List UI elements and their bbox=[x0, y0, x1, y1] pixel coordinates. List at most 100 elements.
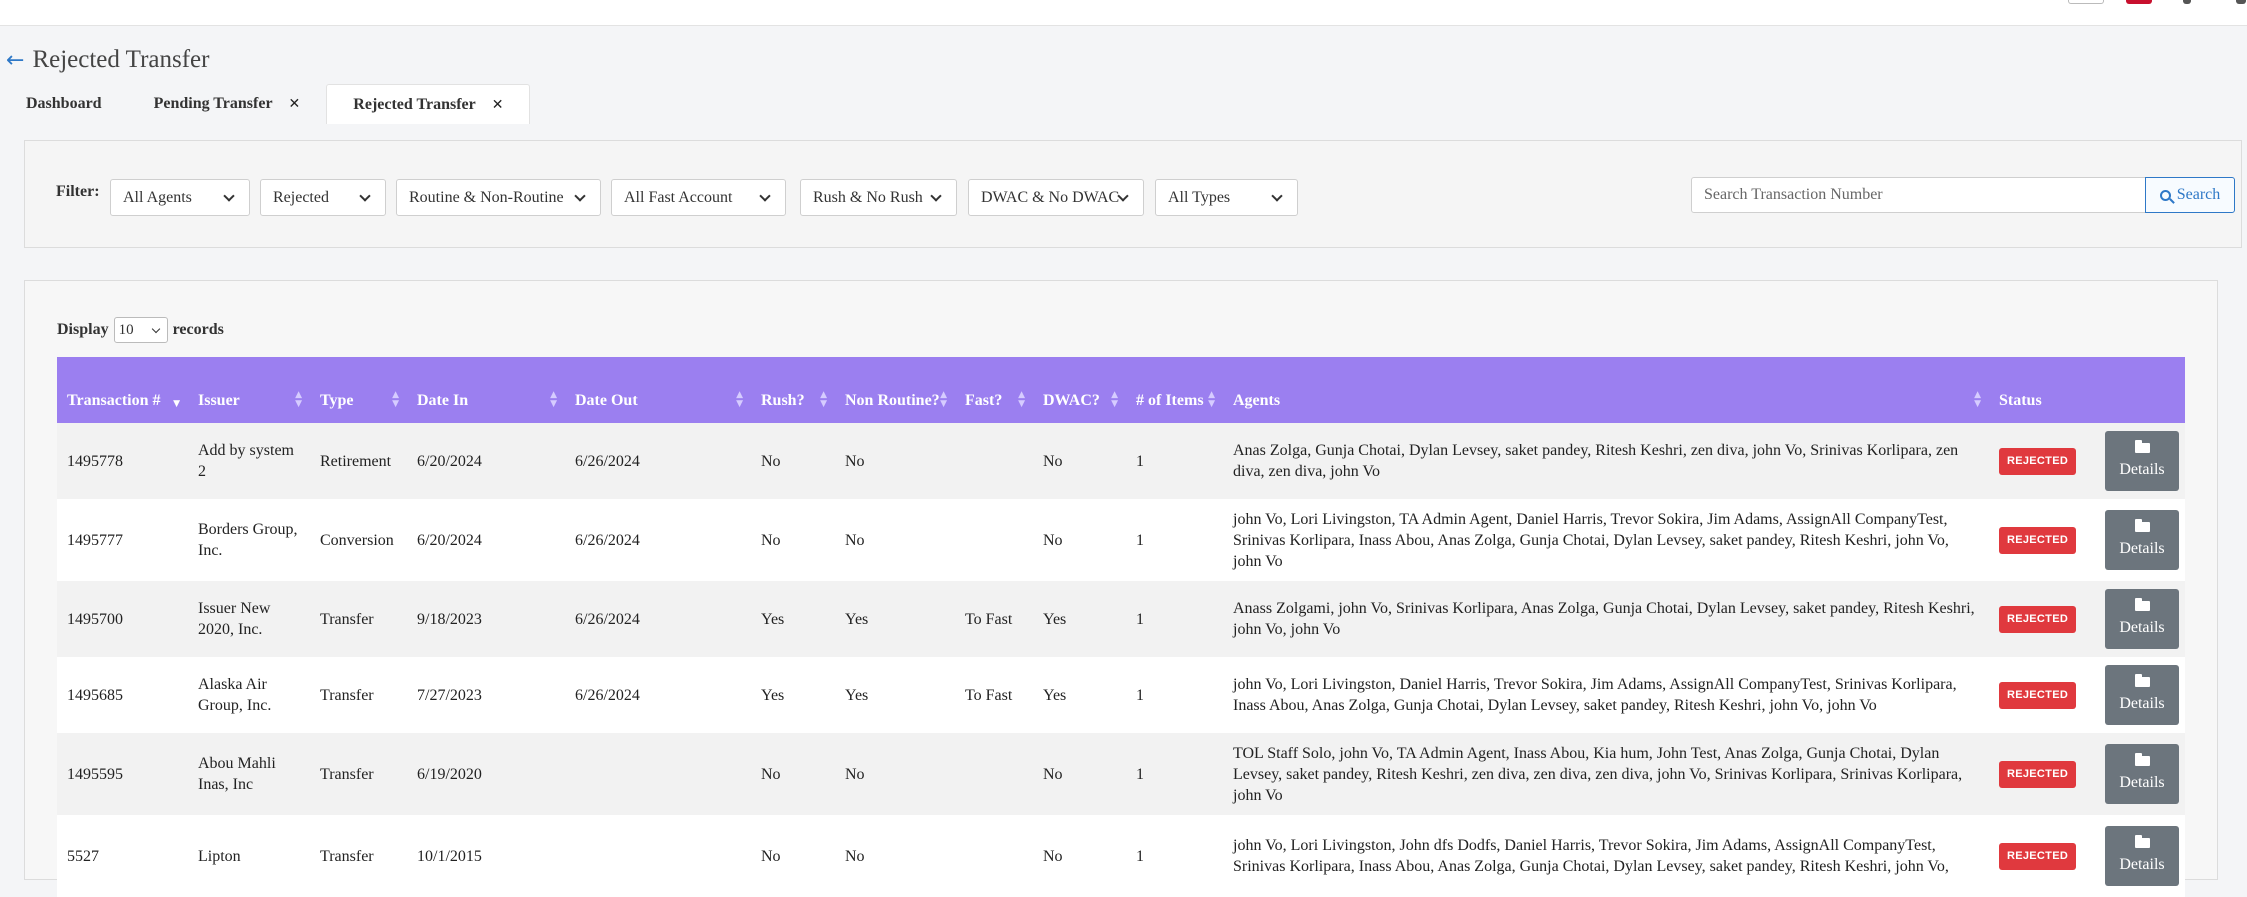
search-input[interactable] bbox=[1691, 177, 2146, 213]
status-dropdown[interactable]: Rejected bbox=[260, 179, 386, 216]
type-cell: Transfer bbox=[310, 581, 407, 657]
folder-icon bbox=[2134, 834, 2150, 848]
actions-cell: Details bbox=[2095, 423, 2185, 499]
dropdown-value: Rejected bbox=[273, 188, 329, 206]
fast-cell bbox=[955, 815, 1033, 897]
fast-account-dropdown[interactable]: All Fast Account bbox=[611, 179, 786, 216]
chevron-down-icon bbox=[1271, 190, 1283, 202]
details-button[interactable]: Details bbox=[2105, 510, 2179, 570]
transfers-table: Transaction # ▼ Issuer ▲ ▼ Type ▲ ▼ Date In ▲ ▼… bbox=[57, 357, 2185, 897]
dwac-cell: No bbox=[1033, 423, 1126, 499]
tab-bar: Dashboard Pending Transfer ✕ Rejected Tr… bbox=[0, 84, 531, 124]
chevron-down-icon bbox=[223, 190, 235, 202]
issuer-cell: Issuer New 2020, Inc. bbox=[188, 581, 310, 657]
details-label: Details bbox=[2119, 694, 2165, 712]
display-label: Display bbox=[57, 321, 109, 338]
column-header-rush[interactable]: Rush? ▲ ▼ bbox=[751, 357, 835, 423]
page-header: ← Rejected Transfer bbox=[6, 46, 209, 74]
items-cell: 1 bbox=[1126, 581, 1223, 657]
column-header-date-in[interactable]: Date In ▲ ▼ bbox=[407, 357, 565, 423]
close-tab-icon[interactable]: ✕ bbox=[492, 97, 504, 113]
status-badge: REJECTED bbox=[1999, 842, 2077, 870]
tab-rejected-transfer[interactable]: Rejected Transfer ✕ bbox=[326, 84, 531, 124]
table-row: 5527 Lipton Transfer 10/1/2015 No No No … bbox=[57, 815, 2185, 897]
agents-cell: john Vo, Lori Livingston, Daniel Harris,… bbox=[1223, 657, 1989, 733]
column-header-date-out[interactable]: Date Out ▲ ▼ bbox=[565, 357, 751, 423]
tab-label: Dashboard bbox=[26, 95, 102, 112]
tab-label: Rejected Transfer bbox=[353, 95, 476, 113]
agents-cell: Anas Zolga, Gunja Chotai, Dylan Levsey, … bbox=[1223, 423, 1989, 499]
column-header-issuer[interactable]: Issuer ▲ ▼ bbox=[188, 357, 310, 423]
details-label: Details bbox=[2119, 618, 2165, 636]
details-button[interactable]: Details bbox=[2105, 744, 2179, 804]
agents-cell: Anass Zolgami, john Vo, Srinivas Korlipa… bbox=[1223, 581, 1989, 657]
sort-icon: ▲ ▼ bbox=[295, 390, 302, 409]
details-label: Details bbox=[2119, 855, 2165, 873]
status-cell: REJECTED bbox=[1989, 657, 2095, 733]
fast-cell bbox=[955, 499, 1033, 581]
page-size-select[interactable]: 10 bbox=[113, 317, 168, 343]
rush-cell: No bbox=[751, 499, 835, 581]
logout-icon[interactable] bbox=[2236, 0, 2246, 4]
agents-dropdown[interactable]: All Agents bbox=[110, 179, 250, 216]
dropdown-value: All Types bbox=[1168, 188, 1231, 206]
details-button[interactable]: Details bbox=[2105, 431, 2179, 491]
column-header-non-routine[interactable]: Non Routine? ▲ ▼ bbox=[835, 357, 955, 423]
back-arrow-icon[interactable]: ← bbox=[6, 48, 24, 73]
chevron-down-icon bbox=[574, 190, 586, 202]
tab-dashboard[interactable]: Dashboard bbox=[0, 84, 128, 124]
details-button[interactable]: Details bbox=[2105, 826, 2179, 886]
column-header-items[interactable]: # of Items ▲ ▼ bbox=[1126, 357, 1223, 423]
user-menu-icon[interactable] bbox=[2068, 0, 2104, 4]
types-dropdown[interactable]: All Types bbox=[1155, 179, 1298, 216]
sort-icon: ▲ ▼ bbox=[1111, 390, 1118, 409]
search-icon bbox=[2159, 189, 2171, 201]
items-cell: 1 bbox=[1126, 499, 1223, 581]
us-flag-icon[interactable] bbox=[2126, 0, 2152, 4]
details-button[interactable]: Details bbox=[2105, 665, 2179, 725]
table-header-row: Transaction # ▼ Issuer ▲ ▼ Type ▲ ▼ Date In ▲ ▼… bbox=[57, 357, 2185, 423]
search-button[interactable]: Search bbox=[2145, 177, 2235, 213]
items-cell: 1 bbox=[1126, 815, 1223, 897]
column-header-dwac[interactable]: DWAC? ▲ ▼ bbox=[1033, 357, 1126, 423]
rush-cell: Yes bbox=[751, 581, 835, 657]
chevron-down-icon bbox=[151, 324, 160, 334]
transaction-cell: 1495700 bbox=[57, 581, 188, 657]
phone-icon[interactable] bbox=[2183, 0, 2191, 4]
details-label: Details bbox=[2119, 460, 2165, 478]
items-cell: 1 bbox=[1126, 733, 1223, 815]
type-cell: Retirement bbox=[310, 423, 407, 499]
dwac-dropdown[interactable]: DWAC & No DWAC bbox=[968, 179, 1144, 216]
folder-icon bbox=[2134, 518, 2150, 532]
rush-cell: Yes bbox=[751, 657, 835, 733]
rush-cell: No bbox=[751, 423, 835, 499]
column-header-agents[interactable]: Agents ▲ ▼ bbox=[1223, 357, 1989, 423]
table-row: 1495700 Issuer New 2020, Inc. Transfer 9… bbox=[57, 581, 2185, 657]
column-header-fast[interactable]: Fast? ▲ ▼ bbox=[955, 357, 1033, 423]
folder-icon bbox=[2134, 673, 2150, 687]
rush-dropdown[interactable]: Rush & No Rush bbox=[800, 179, 957, 216]
date-out-cell bbox=[565, 815, 751, 897]
column-header-transaction[interactable]: Transaction # ▼ bbox=[57, 357, 188, 423]
type-cell: Transfer bbox=[310, 733, 407, 815]
folder-icon bbox=[2134, 439, 2150, 453]
dwac-cell: No bbox=[1033, 499, 1126, 581]
dropdown-value: Rush & No Rush bbox=[813, 188, 923, 206]
status-badge: REJECTED bbox=[1999, 605, 2077, 633]
sort-icon: ▲ ▼ bbox=[1974, 390, 1981, 409]
rush-cell: No bbox=[751, 733, 835, 815]
close-tab-icon[interactable]: ✕ bbox=[289, 96, 301, 112]
fast-cell bbox=[955, 733, 1033, 815]
details-button[interactable]: Details bbox=[2105, 589, 2179, 649]
date-out-cell: 6/26/2024 bbox=[565, 423, 751, 499]
tab-pending-transfer[interactable]: Pending Transfer ✕ bbox=[128, 84, 327, 124]
routine-dropdown[interactable]: Routine & Non-Routine bbox=[396, 179, 601, 216]
non-routine-cell: No bbox=[835, 499, 955, 581]
issuer-cell: Borders Group, Inc. bbox=[188, 499, 310, 581]
column-header-type[interactable]: Type ▲ ▼ bbox=[310, 357, 407, 423]
details-label: Details bbox=[2119, 539, 2165, 557]
actions-cell: Details bbox=[2095, 815, 2185, 897]
actions-cell: Details bbox=[2095, 657, 2185, 733]
tab-label: Pending Transfer bbox=[153, 95, 273, 112]
sort-desc-icon: ▼ bbox=[173, 399, 180, 409]
